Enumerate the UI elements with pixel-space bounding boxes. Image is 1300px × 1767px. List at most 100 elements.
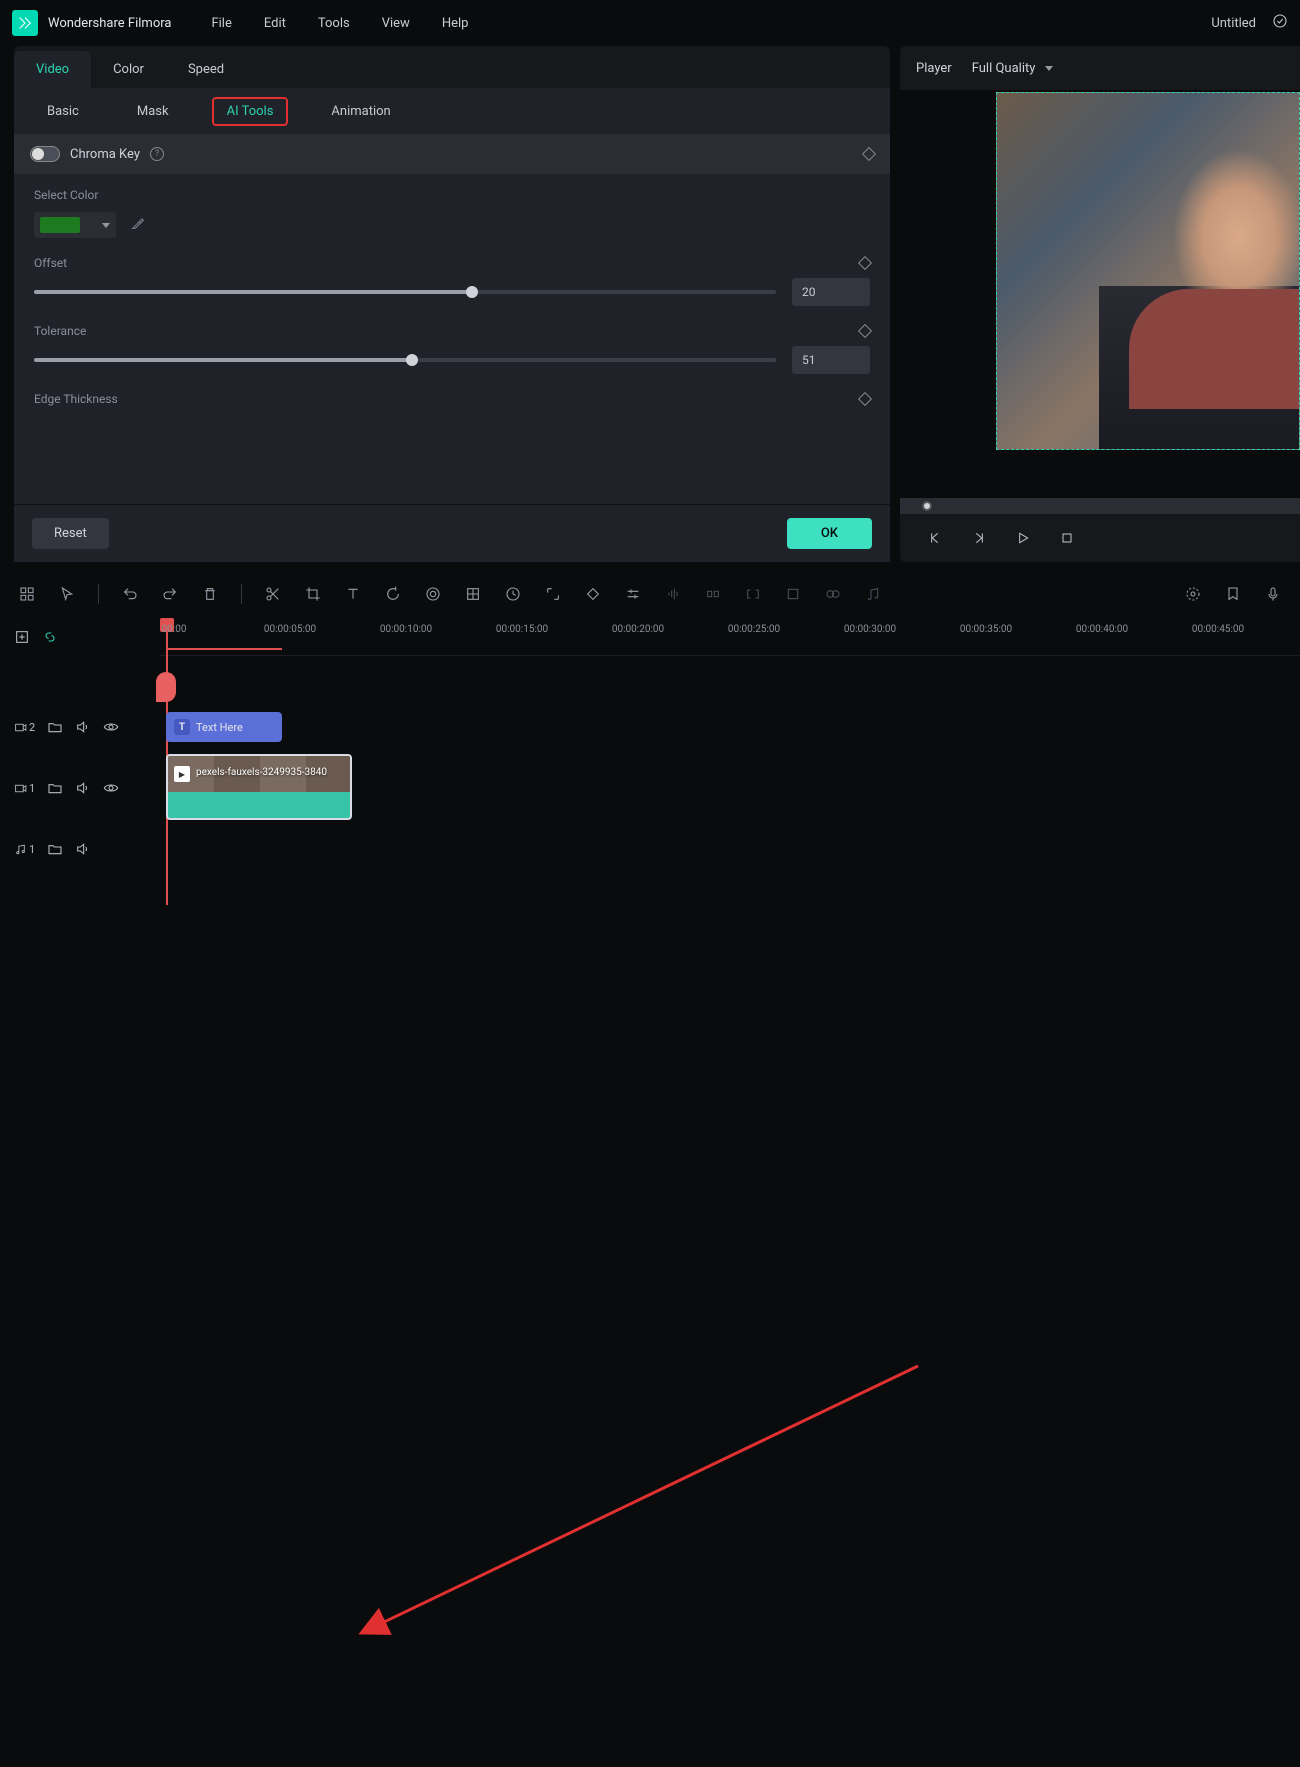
video-clip-label: pexels-fauxels-3249935-3840 xyxy=(196,767,346,778)
chroma-key-label: Chroma Key xyxy=(70,147,140,162)
video-track-2[interactable]: T Text Here xyxy=(160,704,1300,750)
ruler-tick-label: 00:00:45:00 xyxy=(1192,624,1244,635)
ok-button[interactable]: OK xyxy=(787,518,872,549)
title-bar: Wondershare Filmora File Edit Tools View… xyxy=(0,0,1300,46)
timeline-head-tools xyxy=(0,618,160,656)
ruler-tick-label: 00:00:15:00 xyxy=(496,624,548,635)
video-track-1[interactable]: ▶ pexels-fauxels-3249935-3840 xyxy=(160,750,1300,826)
mute-icon[interactable] xyxy=(75,841,91,857)
text-clip-icon: T xyxy=(174,719,190,735)
next-frame-button[interactable] xyxy=(970,529,988,547)
offset-slider[interactable] xyxy=(34,290,776,294)
audio-track-icon: 1 xyxy=(14,843,35,856)
timeline-body[interactable]: 00:0000:00:05:0000:00:10:0000:00:15:0000… xyxy=(160,618,1300,872)
apps-icon[interactable] xyxy=(18,585,36,603)
ruler-tick-label: 00:00 xyxy=(162,624,187,635)
eyedropper-icon[interactable] xyxy=(130,215,146,235)
tab-video[interactable]: Video xyxy=(14,51,91,88)
cursor-icon[interactable] xyxy=(58,585,76,603)
subtab-animation[interactable]: Animation xyxy=(316,97,405,126)
mic-icon[interactable] xyxy=(1264,585,1282,603)
tolerance-label: Tolerance xyxy=(34,324,86,338)
properties-panel: Video Color Speed Basic Mask AI Tools An… xyxy=(14,46,890,562)
chroma-key-toggle[interactable] xyxy=(30,146,60,162)
speed-icon[interactable] xyxy=(504,585,522,603)
tolerance-slider[interactable] xyxy=(34,358,776,362)
help-icon[interactable]: ? xyxy=(150,147,164,161)
menu-view[interactable]: View xyxy=(382,16,410,31)
offset-label: Offset xyxy=(34,256,67,270)
tab-color[interactable]: Color xyxy=(91,51,166,88)
crop-icon[interactable] xyxy=(304,585,322,603)
quality-dropdown[interactable]: Full Quality xyxy=(972,61,1054,76)
marker-icon[interactable] xyxy=(1224,585,1242,603)
preview-area[interactable] xyxy=(900,90,1300,498)
subtab-mask[interactable]: Mask xyxy=(122,97,184,126)
panel-body: Chroma Key ? Select Color xyxy=(14,134,890,504)
offset-keyframe-icon[interactable] xyxy=(858,256,872,270)
audio-tool3-icon xyxy=(744,585,762,603)
stop-button[interactable] xyxy=(1058,529,1076,547)
menu-edit[interactable]: Edit xyxy=(264,16,286,31)
offset-group: Offset 20 xyxy=(14,256,890,306)
ruler-tick-label: 00:00:30:00 xyxy=(844,624,896,635)
audio-track-1[interactable] xyxy=(160,826,1300,872)
mute-icon[interactable] xyxy=(75,780,91,796)
player-panel: Player Full Quality xyxy=(900,46,1300,562)
split-icon[interactable] xyxy=(264,585,282,603)
sub-tabs: Basic Mask AI Tools Animation xyxy=(14,88,890,134)
tab-speed[interactable]: Speed xyxy=(166,51,246,88)
timeline: 2 1 1 00:0000:00:05:0000:00:10:0000:00:1… xyxy=(0,618,1300,872)
audio-tool5-icon xyxy=(824,585,842,603)
expand-icon[interactable] xyxy=(544,585,562,603)
visibility-icon[interactable] xyxy=(103,719,119,735)
video-track-icon: 1 xyxy=(14,782,35,795)
color-icon[interactable] xyxy=(464,585,482,603)
edge-keyframe-icon[interactable] xyxy=(858,392,872,406)
ruler-tick-label: 00:00:20:00 xyxy=(612,624,664,635)
render-icon[interactable] xyxy=(1184,585,1202,603)
add-track-icon[interactable] xyxy=(14,629,30,645)
select-color-group: Select Color xyxy=(14,188,890,238)
menu-help[interactable]: Help xyxy=(442,16,469,31)
play-button[interactable] xyxy=(1014,529,1032,547)
effects-icon[interactable] xyxy=(424,585,442,603)
redo-icon[interactable] xyxy=(161,585,179,603)
annotation-arrow xyxy=(0,872,1300,1767)
track-headers: 2 1 1 xyxy=(0,618,160,872)
delete-icon[interactable] xyxy=(201,585,219,603)
scrub-handle[interactable] xyxy=(922,501,932,511)
scrub-bar[interactable] xyxy=(900,498,1300,514)
link-icon[interactable] xyxy=(42,629,58,645)
color-dropdown[interactable] xyxy=(34,212,116,238)
keyframe-icon[interactable] xyxy=(862,147,876,161)
undo-icon[interactable] xyxy=(121,585,139,603)
menu-file[interactable]: File xyxy=(211,16,231,31)
subtab-basic[interactable]: Basic xyxy=(32,97,94,126)
tolerance-group: Tolerance 51 xyxy=(14,324,890,374)
folder-icon[interactable] xyxy=(47,780,63,796)
mute-icon[interactable] xyxy=(75,719,91,735)
edge-group: Edge Thickness xyxy=(14,392,890,406)
offset-value[interactable]: 20 xyxy=(792,278,870,306)
folder-icon[interactable] xyxy=(47,719,63,735)
text-icon[interactable] xyxy=(344,585,362,603)
adjust-icon[interactable] xyxy=(624,585,642,603)
audio-track-1-head: 1 xyxy=(0,826,160,872)
timeline-ruler[interactable]: 00:0000:00:05:0000:00:10:0000:00:15:0000… xyxy=(160,618,1300,656)
rotate-icon[interactable] xyxy=(384,585,402,603)
folder-icon[interactable] xyxy=(47,841,63,857)
subtab-ai-tools[interactable]: AI Tools xyxy=(212,97,289,126)
video-track-1-head: 1 xyxy=(0,750,160,826)
reset-button[interactable]: Reset xyxy=(32,518,109,549)
select-color-label: Select Color xyxy=(34,188,870,202)
menu-tools[interactable]: Tools xyxy=(318,16,350,31)
prev-frame-button[interactable] xyxy=(926,529,944,547)
visibility-icon[interactable] xyxy=(103,780,119,796)
clip-start-indicator xyxy=(156,672,176,702)
keyframe-tool-icon[interactable] xyxy=(584,585,602,603)
tolerance-value[interactable]: 51 xyxy=(792,346,870,374)
text-clip[interactable]: T Text Here xyxy=(166,712,282,742)
video-clip[interactable]: ▶ pexels-fauxels-3249935-3840 xyxy=(166,754,352,820)
tolerance-keyframe-icon[interactable] xyxy=(858,324,872,338)
